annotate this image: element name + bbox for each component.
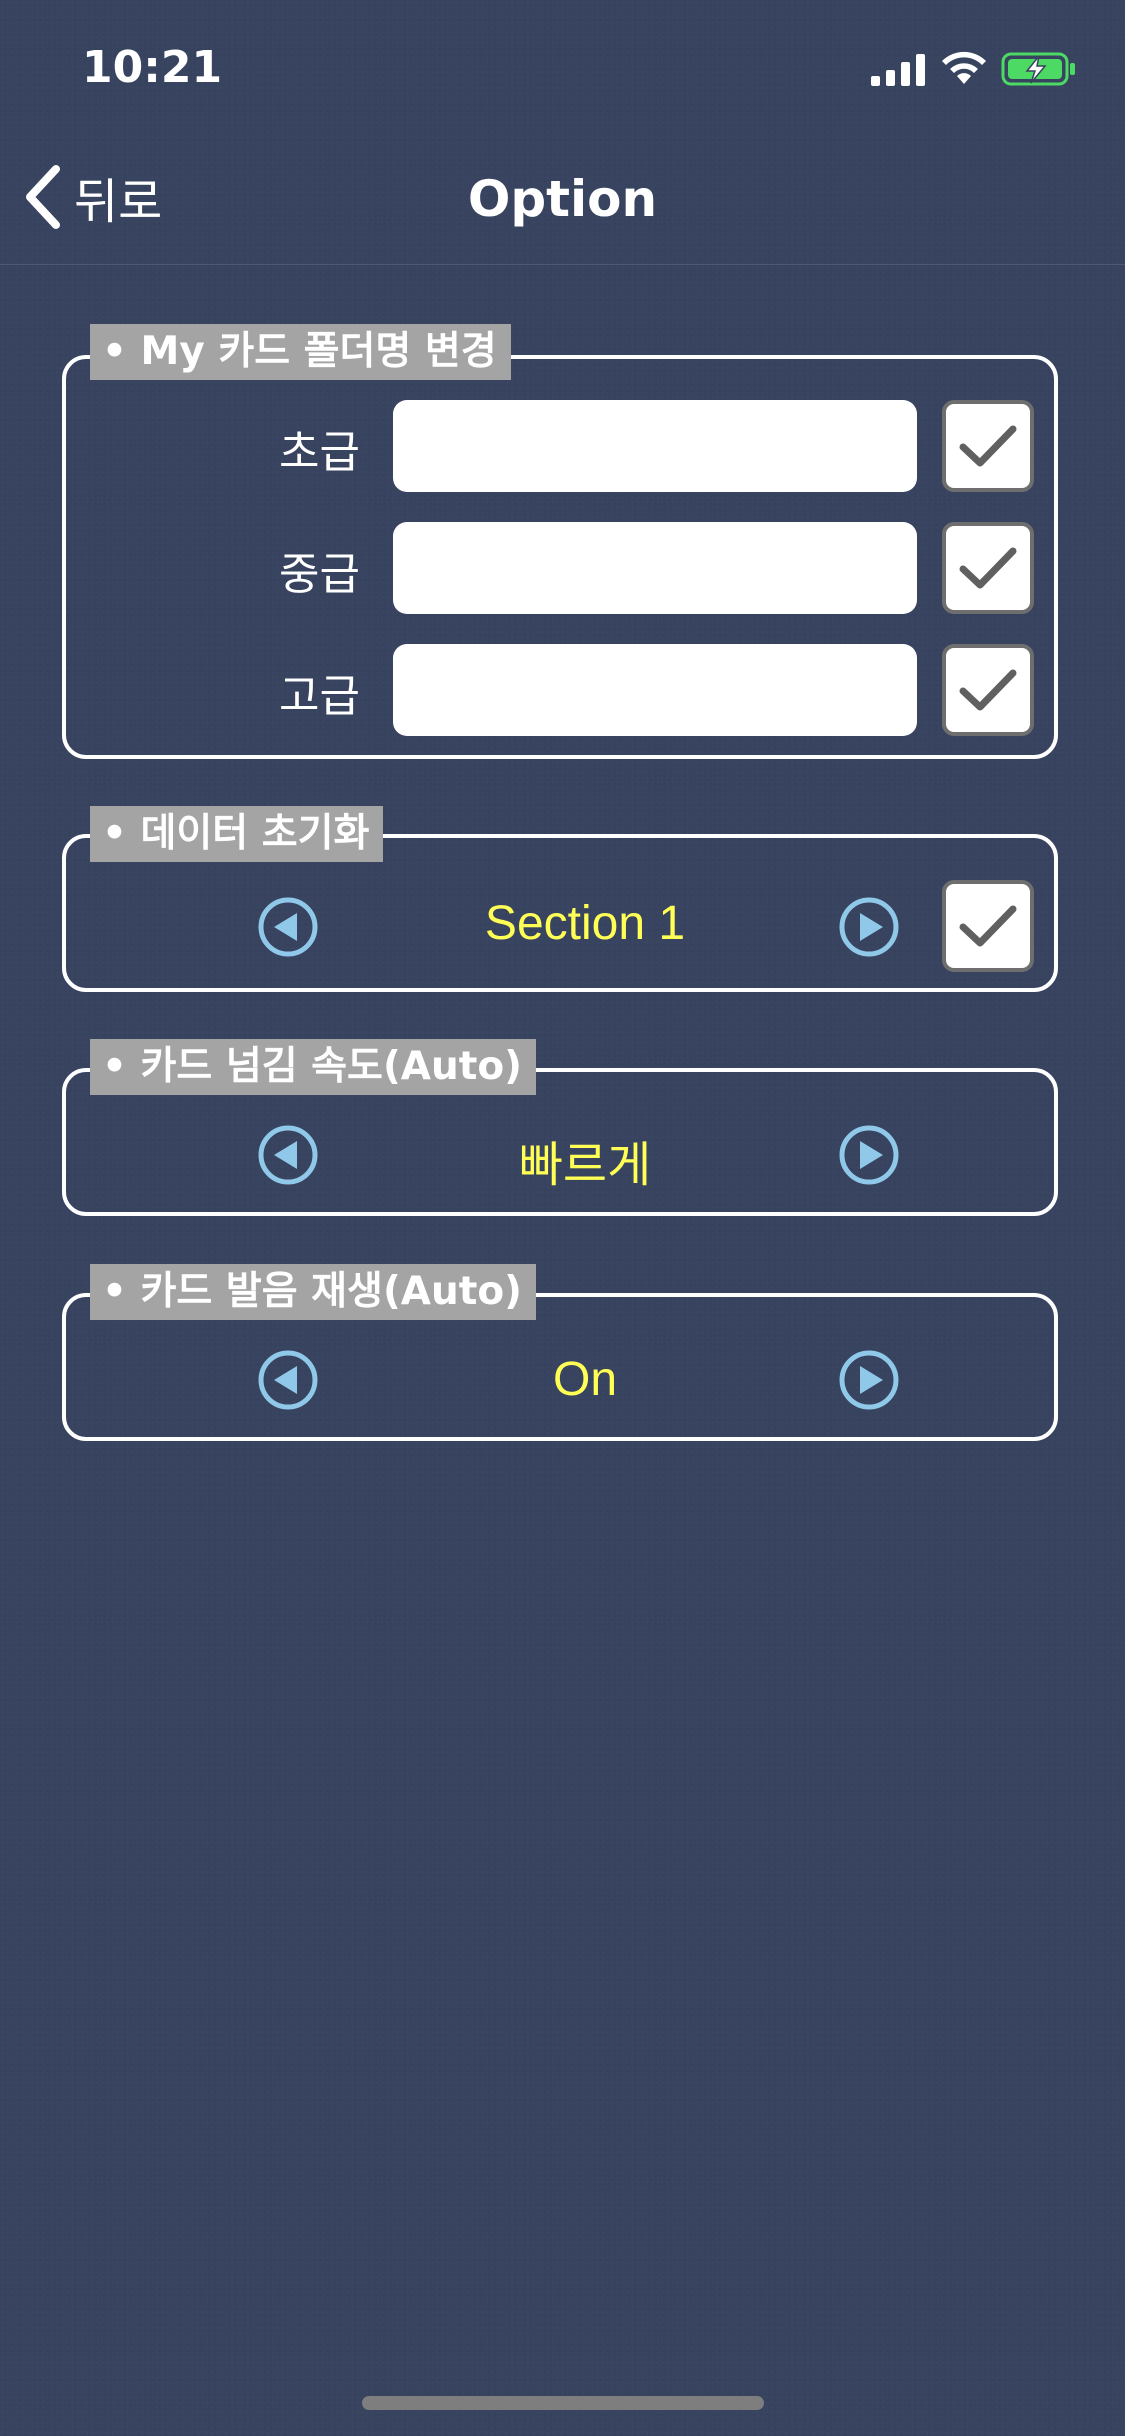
section-header-folder-names: • My 카드 폴더명 변경 — [90, 324, 511, 380]
beginner-folder-input[interactable] — [393, 400, 917, 492]
page-title: Option — [467, 170, 658, 228]
advanced-checkbox[interactable] — [942, 644, 1034, 736]
arrow-right-circle-icon — [839, 1350, 899, 1410]
arrow-left-circle-icon — [258, 897, 318, 957]
signal-icon — [871, 54, 925, 86]
pronunciation-next-button[interactable] — [838, 1349, 900, 1411]
arrow-left-circle-icon — [258, 1125, 318, 1185]
pronunciation-prev-button[interactable] — [257, 1349, 319, 1411]
flip-speed-next-button[interactable] — [838, 1124, 900, 1186]
status-time: 10:21 — [82, 42, 223, 93]
wifi-icon — [942, 51, 986, 84]
arrow-right-circle-icon — [839, 1125, 899, 1185]
row-label-intermediate: 중급 — [279, 549, 360, 600]
home-indicator[interactable] — [362, 2396, 764, 2410]
pronunciation-value: On — [552, 1353, 618, 1406]
navigation-bar: 뒤로 Option — [0, 132, 1125, 265]
data-reset-prev-button[interactable] — [257, 896, 319, 958]
checkmark-icon — [959, 547, 1017, 589]
section-header-pronunciation: • 카드 발음 재생(Auto) — [90, 1264, 536, 1320]
arrow-right-circle-icon — [839, 897, 899, 957]
section-header-flip-speed: • 카드 넘김 속도(Auto) — [90, 1039, 536, 1095]
flip-speed-prev-button[interactable] — [257, 1124, 319, 1186]
data-reset-checkbox[interactable] — [942, 880, 1034, 972]
data-reset-value: Section 1 — [484, 897, 686, 950]
checkmark-icon — [959, 425, 1017, 467]
row-label-advanced: 고급 — [279, 671, 360, 722]
intermediate-folder-input[interactable] — [393, 522, 917, 614]
row-label-beginner: 초급 — [279, 427, 360, 478]
checkmark-icon — [959, 669, 1017, 711]
beginner-checkbox[interactable] — [942, 400, 1034, 492]
battery-charging-icon — [1001, 52, 1075, 86]
status-bar: 10:21 — [0, 0, 1125, 132]
checkmark-icon — [959, 905, 1017, 947]
advanced-folder-input[interactable] — [393, 644, 917, 736]
flip-speed-value: 빠르게 — [518, 1139, 652, 1192]
arrow-left-circle-icon — [258, 1350, 318, 1410]
section-header-data-reset: • 데이터 초기화 — [90, 806, 384, 862]
intermediate-checkbox[interactable] — [942, 522, 1034, 614]
status-icons — [871, 50, 1081, 90]
data-reset-next-button[interactable] — [838, 896, 900, 958]
